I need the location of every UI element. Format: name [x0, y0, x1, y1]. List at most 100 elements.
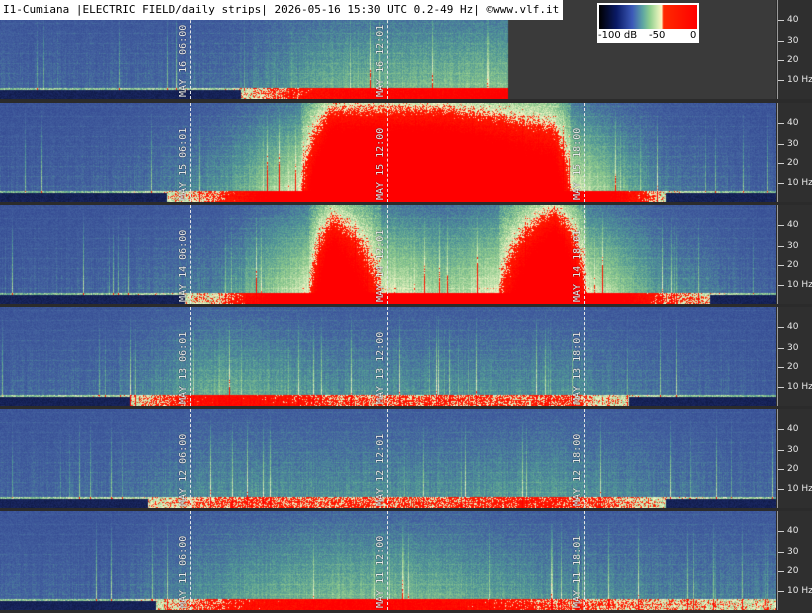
time-marker-label: MAY 15 18:00: [572, 127, 583, 200]
time-marker-line: [190, 307, 191, 406]
frequency-tick: [778, 531, 784, 532]
frequency-tick-label: 20: [787, 464, 799, 474]
time-marker-line: [584, 511, 585, 610]
frequency-scale: 40 30 20 10 Hz: [777, 0, 812, 99]
time-marker-label: MAY 11 06:00: [178, 535, 189, 608]
frequency-scale: 40 30 20 10 Hz: [777, 409, 812, 508]
colorbar: -100 dB -50 0: [597, 3, 699, 43]
spectrogram-strip-may-13: MAY 13 06:01 MAY 13 12:00 MAY 13 18:01: [0, 307, 776, 406]
frequency-tick: [778, 348, 784, 349]
frequency-tick-label: 30: [787, 343, 799, 353]
time-marker-line: [387, 205, 388, 304]
frequency-tick-label: 30: [787, 241, 799, 251]
time-marker-label: MAY 16 06:00: [178, 24, 189, 97]
frequency-tick-label: 20: [787, 55, 799, 65]
frequency-tick: [778, 387, 784, 388]
spectrogram-strip-may-15: MAY 15 06:01 MAY 15 12:00 MAY 15 18:00: [0, 103, 776, 202]
frequency-tick: [778, 450, 784, 451]
frequency-tick: [778, 183, 784, 184]
frequency-tick-label: 10 Hz: [787, 178, 812, 188]
frequency-tick-label: 30: [787, 445, 799, 455]
time-marker-line: [387, 511, 388, 610]
frequency-tick-label: 20: [787, 260, 799, 270]
frequency-tick: [778, 246, 784, 247]
colorbar-gradient: [599, 5, 697, 29]
time-marker-label: MAY 11 18:01: [572, 535, 583, 608]
time-marker-line: [584, 307, 585, 406]
time-marker-line: [190, 103, 191, 202]
time-marker-line: [190, 511, 191, 610]
time-marker-label: MAY 13 06:01: [178, 331, 189, 404]
spectrogram-image: [0, 511, 776, 610]
frequency-tick: [778, 80, 784, 81]
frequency-tick-label: 40: [787, 322, 799, 332]
spectrogram-strip-may-14: MAY 14 06:00 MAY 14 12:01 MAY 14 18:01: [0, 205, 776, 304]
frequency-tick-label: 20: [787, 362, 799, 372]
frequency-tick-label: 40: [787, 526, 799, 536]
page-title: I1-Cumiana |ELECTRIC FIELD/daily strips|…: [0, 0, 564, 20]
time-marker-line: [387, 307, 388, 406]
time-marker-label: MAY 15 06:01: [178, 127, 189, 200]
frequency-scale: 40 30 20 10 Hz: [777, 307, 812, 406]
colorbar-label-max: 0: [690, 30, 697, 41]
frequency-tick-label: 40: [787, 118, 799, 128]
frequency-tick: [778, 591, 784, 592]
spectrogram-image: [0, 307, 776, 406]
time-marker-line: [584, 205, 585, 304]
frequency-tick: [778, 429, 784, 430]
frequency-tick-label: 40: [787, 220, 799, 230]
frequency-tick: [778, 225, 784, 226]
frequency-tick: [778, 571, 784, 572]
frequency-tick-label: 10 Hz: [787, 382, 812, 392]
frequency-tick-label: 10 Hz: [787, 75, 812, 85]
frequency-tick-label: 20: [787, 566, 799, 576]
frequency-tick: [778, 489, 784, 490]
colorbar-label-mid: -50: [649, 30, 666, 41]
frequency-tick-label: 40: [787, 15, 799, 25]
frequency-tick: [778, 163, 784, 164]
frequency-tick-label: 40: [787, 424, 799, 434]
time-marker-label: MAY 12 18:00: [572, 433, 583, 506]
frequency-tick: [778, 469, 784, 470]
time-marker-line: [584, 409, 585, 508]
frequency-tick: [778, 327, 784, 328]
time-marker-line: [190, 205, 191, 304]
frequency-tick-label: 10 Hz: [787, 586, 812, 596]
frequency-tick-label: 20: [787, 158, 799, 168]
time-marker-label: MAY 13 18:01: [572, 331, 583, 404]
time-marker-label: MAY 12 06:00: [178, 433, 189, 506]
frequency-tick: [778, 367, 784, 368]
colorbar-label-min: -100 dB: [598, 30, 638, 41]
time-marker-line: [387, 409, 388, 508]
frequency-tick: [778, 285, 784, 286]
frequency-tick: [778, 60, 784, 61]
time-marker-label: MAY 12 12:01: [375, 433, 386, 506]
frequency-tick-label: 30: [787, 547, 799, 557]
time-marker-line: [387, 103, 388, 202]
time-marker-label: MAY 16 12:01: [375, 24, 386, 97]
time-marker-line: [190, 409, 191, 508]
spectrogram-image: [0, 409, 776, 508]
frequency-scale: 40 30 20 10 Hz: [777, 205, 812, 304]
time-marker-label: MAY 14 18:01: [572, 229, 583, 302]
frequency-tick: [778, 123, 784, 124]
frequency-tick: [778, 20, 784, 21]
spectrogram-strip-may-11: MAY 11 06:00 MAY 11 12:00 MAY 11 18:01: [0, 511, 776, 610]
spectrogram-strip-may-12: MAY 12 06:00 MAY 12 12:01 MAY 12 18:00: [0, 409, 776, 508]
frequency-scale: 40 30 20 10 Hz: [777, 511, 812, 610]
frequency-tick: [778, 144, 784, 145]
frequency-tick-label: 30: [787, 139, 799, 149]
spectrogram-image: [0, 205, 776, 304]
frequency-tick-label: 10 Hz: [787, 280, 812, 290]
time-marker-label: MAY 13 12:00: [375, 331, 386, 404]
frequency-tick: [778, 265, 784, 266]
frequency-tick: [778, 552, 784, 553]
frequency-tick: [778, 41, 784, 42]
frequency-scale: 40 30 20 10 Hz: [777, 103, 812, 202]
time-marker-label: MAY 14 06:00: [178, 229, 189, 302]
time-marker-line: [584, 103, 585, 202]
frequency-tick-label: 30: [787, 36, 799, 46]
time-marker-label: MAY 11 12:00: [375, 535, 386, 608]
time-marker-label: MAY 14 12:01: [375, 229, 386, 302]
spectrogram-image: [0, 103, 776, 202]
